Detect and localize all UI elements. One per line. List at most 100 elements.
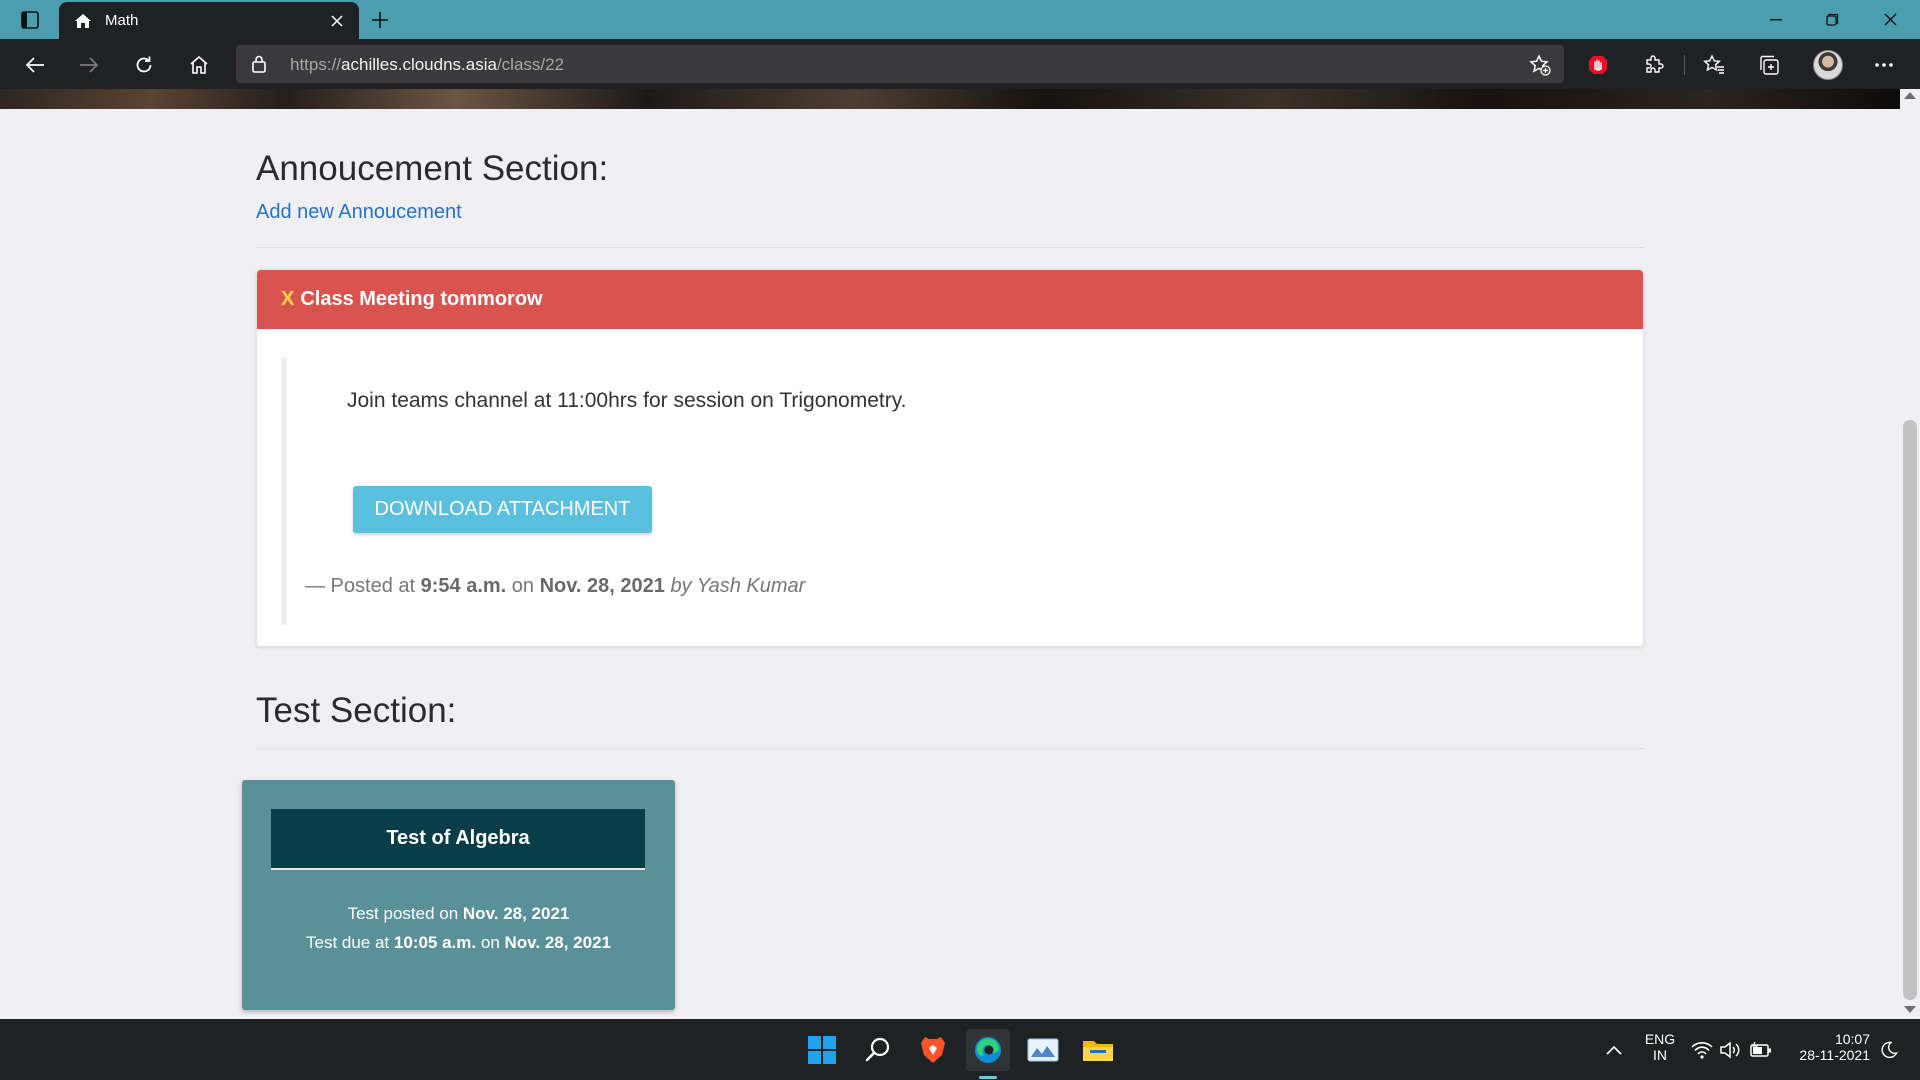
add-favorite-icon: [1529, 54, 1551, 76]
focus-assist-button[interactable]: [1874, 1029, 1904, 1071]
scroll-up-arrow[interactable]: [1904, 92, 1916, 99]
restore-icon: [1825, 13, 1838, 26]
refresh-button[interactable]: [127, 48, 161, 82]
lock-icon: [252, 55, 266, 73]
language-code: ENG: [1644, 1031, 1676, 1047]
url-text: https://achilles.cloudns.asia/class/22: [290, 55, 564, 75]
extension-red-hand-icon: [1589, 56, 1607, 74]
home-icon: [73, 11, 93, 31]
url-path: /class/22: [496, 55, 565, 74]
chevron-up-icon: [1606, 1045, 1622, 1055]
photos-button[interactable]: [1021, 1029, 1065, 1071]
battery-icon: [1750, 1041, 1771, 1057]
search-icon: [865, 1037, 890, 1062]
restore-button[interactable]: [1804, 0, 1860, 39]
favorites-icon: [1703, 54, 1724, 74]
home-button[interactable]: [182, 48, 216, 82]
announcement-header: X Class Meeting tommorow: [257, 270, 1643, 329]
volume-icon: [1720, 1041, 1740, 1059]
file-explorer-icon: [1083, 1041, 1113, 1061]
toolbar-separator: [1684, 55, 1685, 75]
announcement-section-title: Annoucement Section:: [256, 149, 609, 188]
edge-browser-button[interactable]: [966, 1029, 1010, 1071]
posted-time: 9:54 a.m.: [420, 575, 507, 597]
test-due-info: Test due at 10:05 a.m. on Nov. 28, 2021: [242, 933, 675, 953]
url-scheme: https://: [290, 55, 342, 74]
collections-button[interactable]: [1752, 48, 1786, 82]
dismiss-announcement-button[interactable]: X: [281, 288, 294, 311]
search-button[interactable]: [856, 1029, 900, 1071]
extensions-icon: [1646, 55, 1664, 73]
tab-close-button[interactable]: [323, 7, 351, 35]
windows-start-icon: [808, 1036, 836, 1064]
section-divider: [256, 247, 1644, 248]
download-attachment-button[interactable]: DOWNLOAD ATTACHMENT: [353, 486, 652, 533]
edge-icon: [975, 1037, 1001, 1063]
test-due-date: Nov. 28, 2021: [504, 933, 611, 952]
close-icon: [1884, 13, 1896, 26]
browser-tab-bar: Math: [0, 0, 1920, 39]
tab-actions-icon: [21, 11, 39, 29]
back-button[interactable]: [18, 48, 52, 82]
home-icon: [190, 55, 208, 74]
minimize-icon: [1770, 18, 1782, 20]
moon-icon: [1881, 1041, 1898, 1059]
browser-toolbar: https://achilles.cloudns.asia/class/22: [0, 39, 1920, 89]
language-indicator[interactable]: ENG IN: [1640, 1031, 1680, 1063]
url-host: achilles.cloudns.asia: [341, 55, 497, 74]
test-posted-date: Nov. 28, 2021: [462, 904, 570, 923]
test-due-time: 10:05 a.m.: [393, 933, 477, 952]
posted-on: on: [511, 575, 535, 597]
close-window-button[interactable]: [1862, 0, 1918, 39]
active-app-indicator: [979, 1076, 997, 1079]
extension-red-hand-button[interactable]: [1581, 48, 1615, 82]
more-button[interactable]: [1867, 48, 1901, 82]
photos-icon: [1027, 1038, 1059, 1062]
brave-icon: [921, 1037, 945, 1063]
test-posted-label: Test posted on: [347, 904, 459, 923]
show-hidden-icons-button[interactable]: [1593, 1029, 1635, 1071]
brave-browser-button[interactable]: [911, 1029, 955, 1071]
start-button[interactable]: [800, 1029, 844, 1071]
test-title[interactable]: Test of Algebra: [271, 809, 645, 870]
scroll-thumb[interactable]: [1903, 420, 1917, 1000]
address-bar[interactable]: https://achilles.cloudns.asia/class/22: [236, 45, 1564, 83]
region-code: IN: [1653, 1047, 1667, 1063]
blockquote-border: [281, 358, 287, 625]
quick-settings-button[interactable]: [1686, 1029, 1778, 1071]
test-posted-info: Test posted on Nov. 28, 2021: [242, 904, 675, 924]
test-section-title: Test Section:: [256, 691, 457, 730]
forward-icon: [80, 57, 99, 73]
test-due-on: on: [480, 933, 500, 952]
collections-icon: [1760, 55, 1779, 75]
back-icon: [25, 57, 44, 73]
announcement-body: Join teams channel at 11:00hrs for sessi…: [347, 389, 907, 412]
wifi-icon: [1691, 1042, 1713, 1059]
file-explorer-button[interactable]: [1076, 1029, 1120, 1071]
announcement-title: Class Meeting tommorow: [300, 288, 543, 310]
windows-taskbar: ENG IN 10:07 28-11-2021: [0, 1019, 1920, 1080]
minimize-button[interactable]: [1748, 0, 1804, 39]
new-tab-button[interactable]: [366, 6, 394, 34]
favorites-button[interactable]: [1697, 48, 1731, 82]
posted-prefix: — Posted at: [305, 575, 416, 597]
tab-actions-button[interactable]: [16, 8, 44, 32]
profile-avatar[interactable]: [1813, 50, 1843, 80]
section-divider: [256, 748, 1644, 749]
tab-title: Math: [105, 12, 139, 29]
clock[interactable]: 10:07 28-11-2021: [1790, 1031, 1870, 1063]
clock-time: 10:07: [1834, 1031, 1870, 1047]
class-banner-image: [0, 89, 1900, 109]
announcement-posted-info: — Posted at 9:54 a.m. on Nov. 28, 2021 b…: [305, 575, 805, 598]
active-tab[interactable]: Math: [59, 2, 359, 39]
plus-icon: [372, 12, 388, 28]
forward-button[interactable]: [72, 48, 106, 82]
test-due-label: Test due at: [305, 933, 390, 952]
add-favorite-button[interactable]: [1526, 51, 1554, 79]
extensions-button[interactable]: [1636, 48, 1670, 82]
add-announcement-link[interactable]: Add new Annoucement: [256, 201, 462, 224]
scroll-down-arrow[interactable]: [1904, 1006, 1916, 1013]
clock-date: 28-11-2021: [1799, 1047, 1870, 1063]
close-icon: [331, 14, 343, 27]
test-card[interactable]: Test of Algebra Test posted on Nov. 28, …: [242, 780, 675, 1010]
